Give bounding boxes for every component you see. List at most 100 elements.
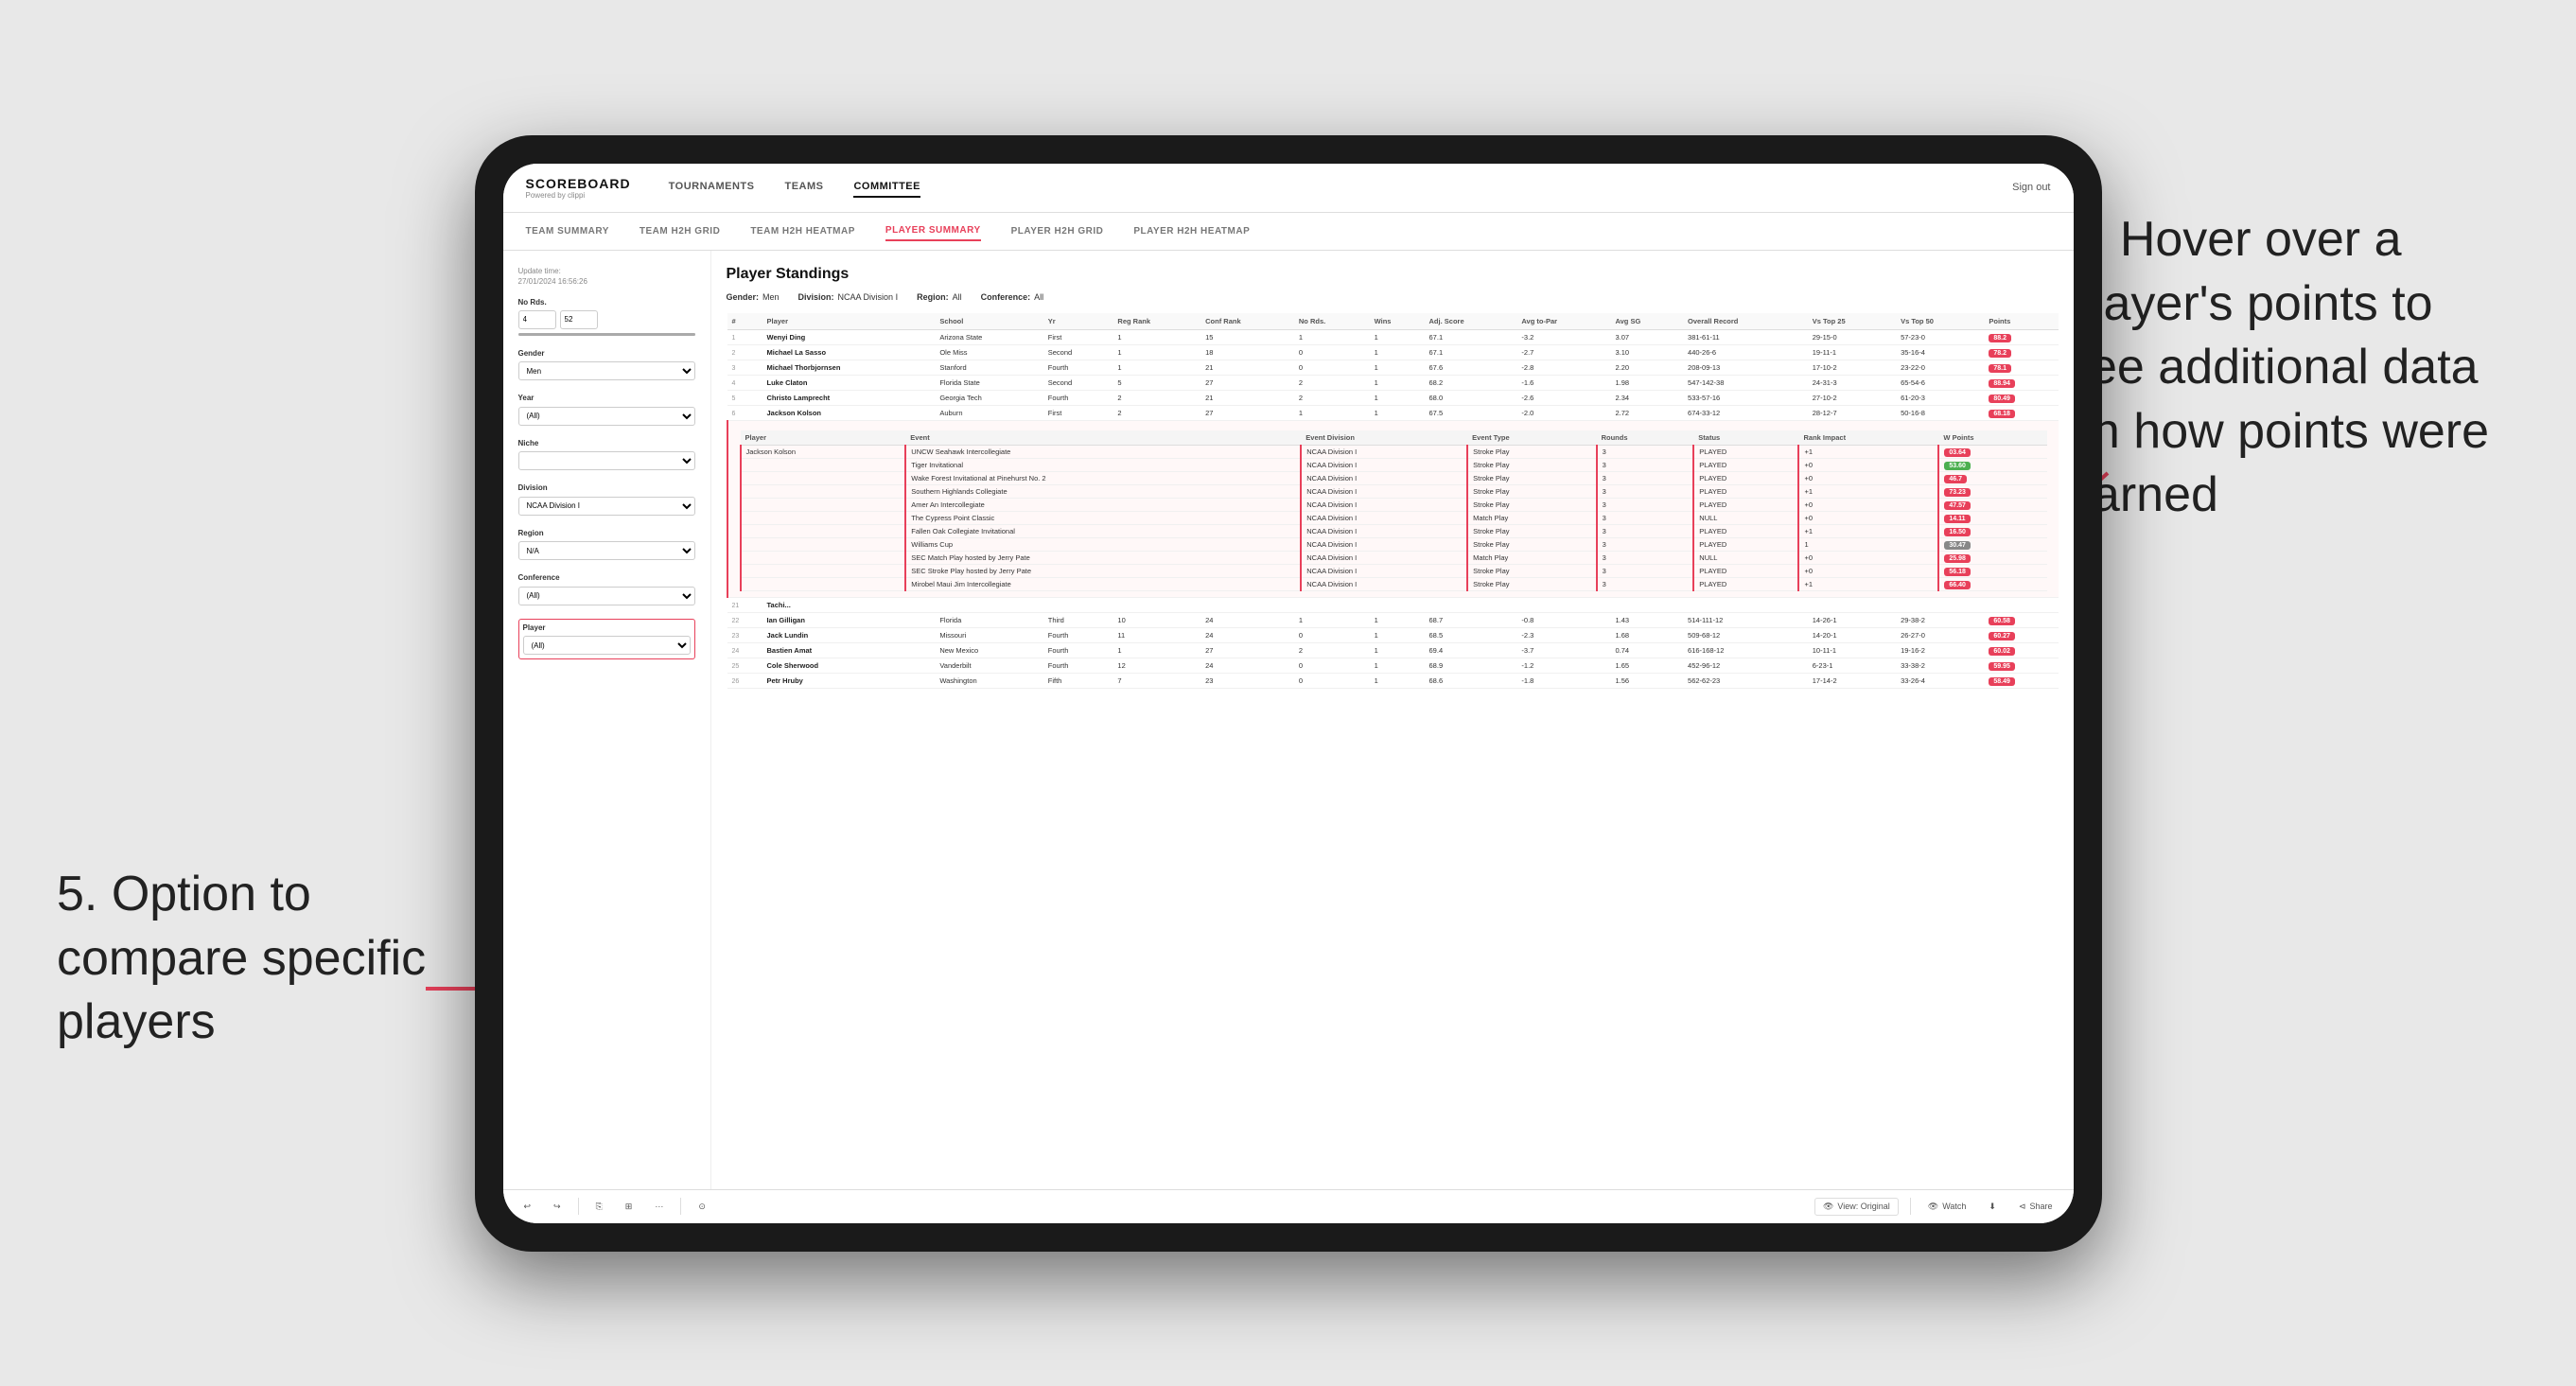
- points-badge[interactable]: 59.95: [1989, 662, 2015, 671]
- cell-points[interactable]: [1984, 597, 2058, 612]
- sub-nav-player-h2h-heatmap[interactable]: PLAYER H2H HEATMAP: [1133, 222, 1250, 240]
- copy-button[interactable]: ⎘: [590, 1199, 608, 1215]
- points-badge[interactable]: 88.94: [1989, 379, 2015, 388]
- points-badge[interactable]: 60.27: [1989, 632, 2015, 640]
- sub-nav-player-h2h-grid[interactable]: PLAYER H2H GRID: [1011, 222, 1104, 240]
- cell-avg-sg: 1.98: [1611, 375, 1684, 390]
- points-badge[interactable]: 80.49: [1989, 395, 2015, 403]
- logo-title: SCOREBOARD: [526, 176, 631, 191]
- sub-nav-player-summary[interactable]: PLAYER SUMMARY: [885, 221, 981, 241]
- sub-table: PlayerEventEvent DivisionEvent TypeRound…: [740, 430, 2047, 591]
- sub-cell-type: Stroke Play: [1467, 564, 1596, 577]
- more-button[interactable]: ···: [649, 1199, 669, 1214]
- col-school: School: [935, 313, 1043, 330]
- points-badge[interactable]: 46.7: [1944, 475, 1967, 483]
- timer-button[interactable]: ⊙: [692, 1199, 711, 1215]
- cell-yr: Fourth: [1043, 658, 1113, 673]
- sub-cell-points[interactable]: 46.7: [1938, 471, 2046, 484]
- cell-player: Michael Thorbjornsen: [762, 360, 936, 375]
- col-points: Points: [1984, 313, 2058, 330]
- sub-nav-team-h2h-heatmap[interactable]: TEAM H2H HEATMAP: [750, 222, 855, 240]
- sub-cell-points[interactable]: 56.18: [1938, 564, 2046, 577]
- paste-button[interactable]: ⊞: [620, 1199, 639, 1215]
- cell-rds: 1: [1294, 405, 1370, 420]
- cell-points[interactable]: 88.94: [1984, 375, 2058, 390]
- points-badge[interactable]: 78.1: [1989, 364, 2011, 373]
- nav-teams[interactable]: TEAMS: [784, 177, 823, 198]
- sub-nav-team-h2h-grid[interactable]: TEAM H2H GRID: [640, 222, 720, 240]
- sub-cell-player: [741, 551, 906, 564]
- cell-points[interactable]: 60.27: [1984, 627, 2058, 642]
- points-badge[interactable]: 88.2: [1989, 334, 2011, 342]
- col-wins: Wins: [1370, 313, 1425, 330]
- points-badge[interactable]: 47.57: [1944, 501, 1971, 510]
- cell-points[interactable]: 60.58: [1984, 612, 2058, 627]
- filter-year-select[interactable]: (All): [518, 407, 695, 426]
- nav-tournaments[interactable]: TOURNAMENTS: [669, 177, 755, 198]
- cell-points[interactable]: 78.1: [1984, 360, 2058, 375]
- points-badge[interactable]: 25.98: [1944, 554, 1971, 563]
- view-original-button[interactable]: 👁 View: Original: [1814, 1198, 1899, 1216]
- filter-no-rds-to[interactable]: [560, 310, 598, 329]
- share-button[interactable]: ⊲ Share: [2013, 1199, 2059, 1215]
- sub-cell-points[interactable]: 30.47: [1938, 537, 2046, 551]
- sub-cell-points[interactable]: 73.23: [1938, 484, 2046, 498]
- cell-points[interactable]: 58.49: [1984, 673, 2058, 688]
- col-vs50: Vs Top 50: [1896, 313, 1984, 330]
- points-badge[interactable]: 56.18: [1944, 568, 1971, 576]
- cell-points[interactable]: 88.2: [1984, 329, 2058, 344]
- sub-col-header: Rank Impact: [1798, 430, 1938, 446]
- sub-cell-points[interactable]: 25.98: [1938, 551, 2046, 564]
- sub-cell-points[interactable]: 66.40: [1938, 577, 2046, 590]
- points-badge[interactable]: 78.2: [1989, 349, 2011, 358]
- filter-niche-select[interactable]: [518, 451, 695, 470]
- points-badge[interactable]: 14.11: [1944, 515, 1970, 523]
- points-badge[interactable]: 73.23: [1944, 488, 1971, 497]
- sub-cell-points[interactable]: 53.60: [1938, 458, 2046, 471]
- sub-cell-division: NCAA Division I: [1301, 564, 1467, 577]
- filter-division-select[interactable]: NCAA Division I: [518, 497, 695, 516]
- sub-cell-points[interactable]: 16.50: [1938, 524, 2046, 537]
- toolbar-divider-2: [680, 1198, 681, 1215]
- filter-no-rds-from[interactable]: [518, 310, 556, 329]
- cell-adj-score: 67.6: [1425, 360, 1517, 375]
- points-badge[interactable]: 53.60: [1944, 462, 1971, 470]
- points-badge[interactable]: 66.40: [1944, 581, 1971, 589]
- cell-vs50: 29-38-2: [1896, 612, 1984, 627]
- sub-cell-points[interactable]: 14.11: [1938, 511, 2046, 524]
- points-badge[interactable]: 30.47: [1944, 541, 1971, 550]
- sub-cell-points[interactable]: 47.57: [1938, 498, 2046, 511]
- sub-nav-team-summary[interactable]: TEAM SUMMARY: [526, 222, 609, 240]
- sub-cell-points[interactable]: 03.64: [1938, 445, 2046, 458]
- filter-player-select[interactable]: (All): [523, 636, 691, 655]
- watch-button[interactable]: 👁 Watch: [1922, 1199, 1972, 1215]
- undo-button[interactable]: ↩: [518, 1199, 537, 1215]
- sign-out-button[interactable]: Sign out: [2012, 182, 2050, 193]
- download-button[interactable]: ⬇: [1983, 1199, 2002, 1215]
- redo-button[interactable]: ↪: [548, 1199, 567, 1215]
- cell-points[interactable]: 60.02: [1984, 642, 2058, 658]
- cell-to-par: [1516, 597, 1610, 612]
- cell-points[interactable]: 78.2: [1984, 344, 2058, 360]
- cell-conf-rank: 24: [1200, 627, 1294, 642]
- cell-wins: 1: [1370, 405, 1425, 420]
- cell-points[interactable]: 68.18: [1984, 405, 2058, 420]
- filter-bar: Gender: Men Division: NCAA Division I Re…: [727, 292, 2059, 302]
- cell-yr: First: [1043, 329, 1113, 344]
- points-badge[interactable]: 16.50: [1944, 528, 1971, 536]
- nav-committee[interactable]: COMMITTEE: [853, 177, 920, 198]
- points-badge[interactable]: 60.58: [1989, 617, 2015, 625]
- points-badge[interactable]: 58.49: [1989, 677, 2015, 686]
- cell-points[interactable]: 80.49: [1984, 390, 2058, 405]
- cell-yr: [1043, 597, 1113, 612]
- points-badge[interactable]: 68.18: [1989, 410, 2015, 418]
- cell-points[interactable]: 59.95: [1984, 658, 2058, 673]
- points-badge[interactable]: 03.64: [1944, 448, 1971, 457]
- points-badge[interactable]: 60.02: [1989, 647, 2015, 656]
- filter-region-select[interactable]: N/A: [518, 541, 695, 560]
- sub-table-row: Mirobel Maui Jim Intercollegiate NCAA Di…: [741, 577, 2047, 590]
- filter-gender-select[interactable]: Men: [518, 361, 695, 380]
- sub-cell-rank: 1: [1798, 537, 1938, 551]
- cell-school: Florida State: [935, 375, 1043, 390]
- filter-conference-select[interactable]: (All): [518, 587, 695, 605]
